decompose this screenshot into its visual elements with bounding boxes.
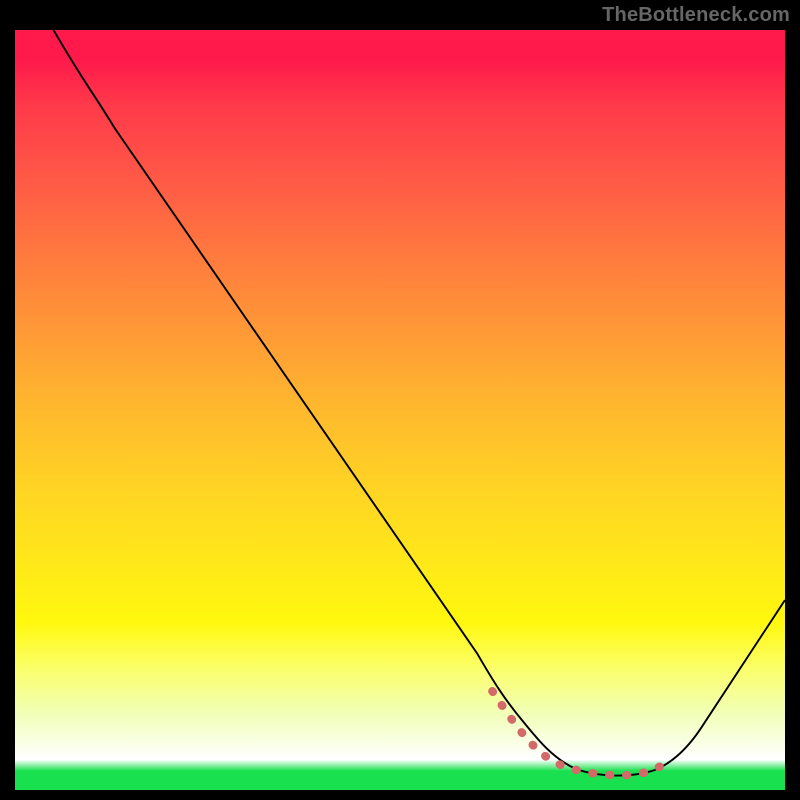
bottleneck-curve-path: [54, 30, 786, 776]
watermark-text: TheBottleneck.com: [602, 4, 790, 27]
optimal-marker-path: [492, 691, 665, 775]
chart-stage: TheBottleneck.com: [0, 0, 800, 800]
plot-area: [15, 30, 785, 790]
chart-svg: [15, 30, 785, 790]
